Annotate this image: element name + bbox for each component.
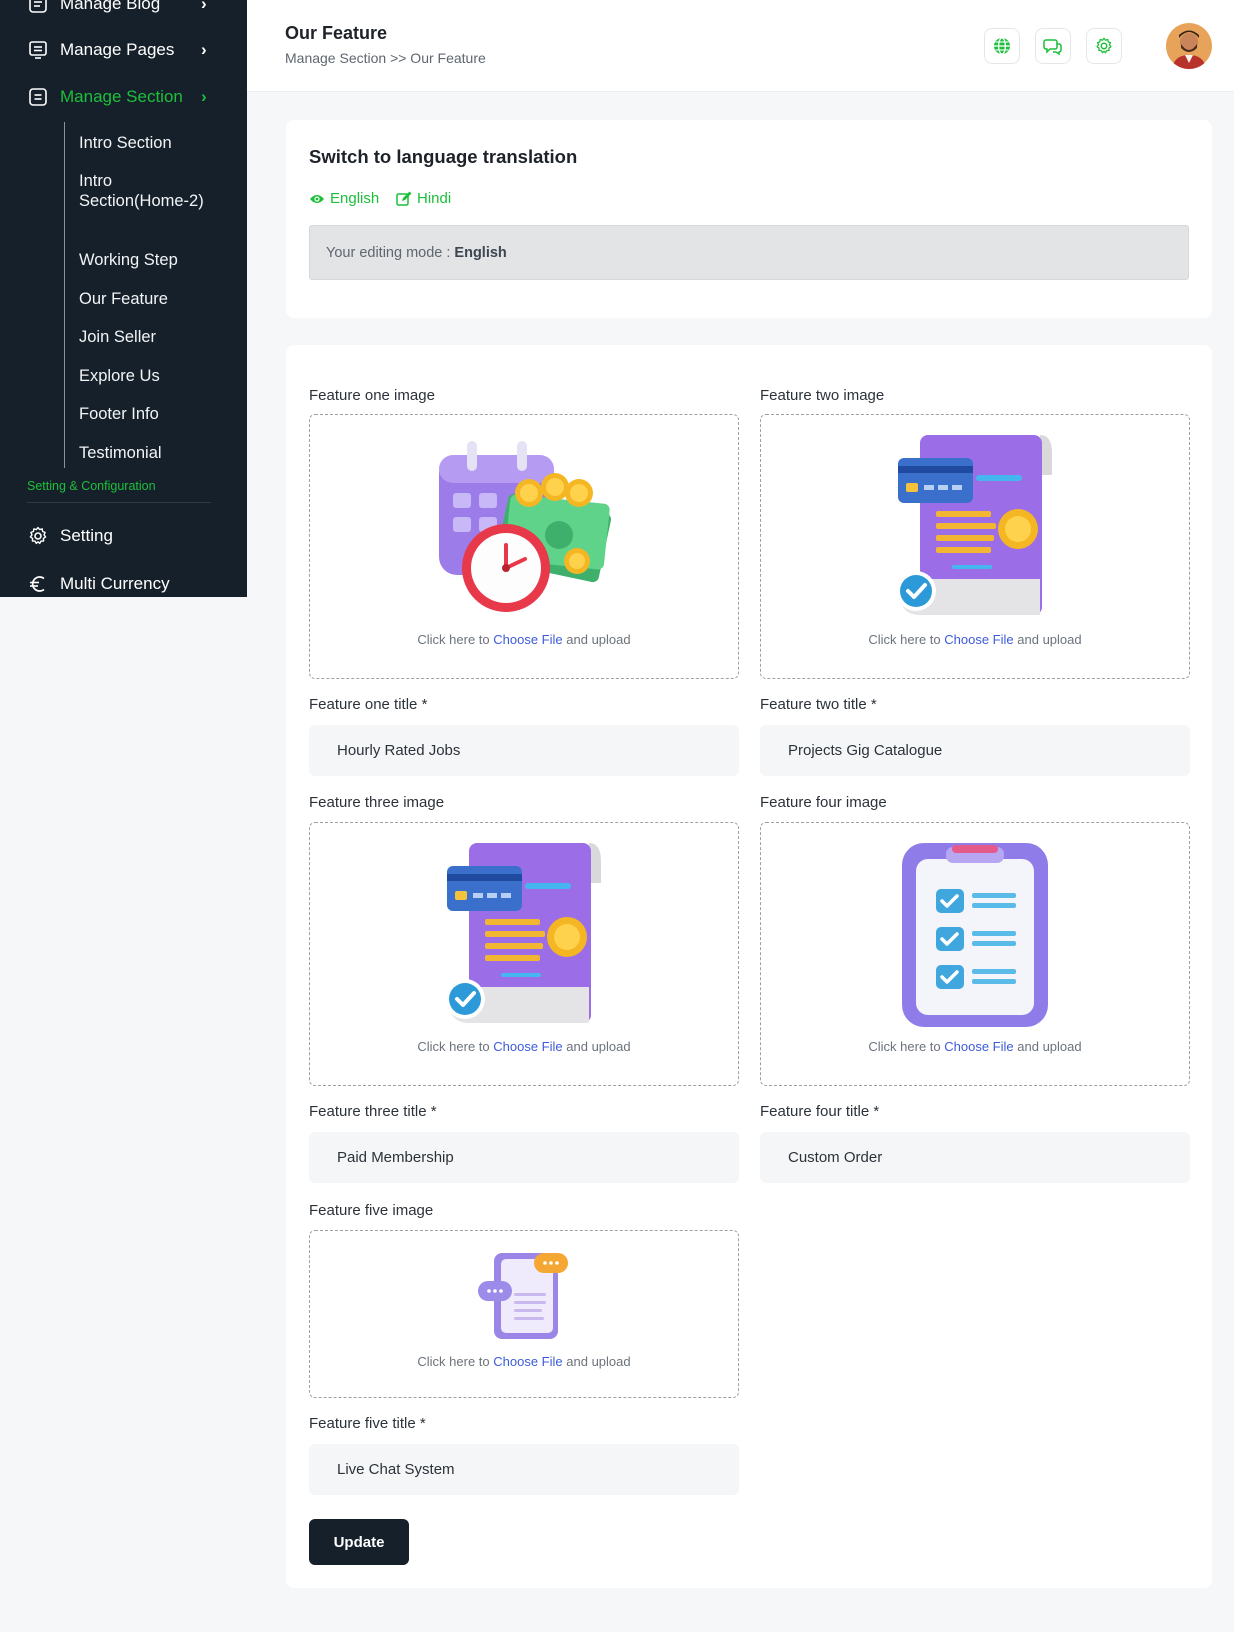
feature-four-title-input[interactable] [760, 1132, 1190, 1183]
feature-three-title-label: Feature three title * [309, 1103, 437, 1120]
blog-icon [29, 0, 47, 13]
feature-five-upload[interactable]: Click here to Choose File and upload [309, 1230, 739, 1398]
chevron-right-icon: › [201, 0, 207, 13]
eye-icon [310, 194, 324, 203]
feature-two-upload[interactable]: Click here to Choose File and upload [760, 414, 1190, 679]
settings-icon [1096, 37, 1112, 54]
feature-four-title-label: Feature four title * [760, 1103, 880, 1120]
feature-two-title-input[interactable] [760, 725, 1190, 776]
upload-hint: Click here to Choose File and upload [417, 1039, 631, 1054]
gear-icon [29, 526, 47, 545]
update-button[interactable]: Update [309, 1519, 409, 1565]
upload-hint: Click here to Choose File and upload [417, 632, 631, 647]
sidebar-item-label: Setting [60, 526, 113, 545]
section-icon [29, 88, 47, 106]
feature-two-title-label: Feature two title * [760, 696, 877, 713]
calendar-clock-money-image [439, 441, 612, 612]
feature-one-title-label: Feature one title * [309, 696, 428, 713]
globe-icon [994, 37, 1010, 55]
sidebar-item-manage-pages[interactable]: Manage Pages › [0, 30, 247, 70]
submenu-divider [64, 122, 65, 468]
submenu-item-intro-section[interactable]: Intro Section [79, 133, 209, 153]
chevron-right-icon: › [201, 40, 207, 59]
submenu-item-explore-us[interactable]: Explore Us [79, 366, 209, 386]
language-option-label: Hindi [417, 190, 452, 207]
breadcrumb: Manage Section >> Our Feature [285, 50, 486, 66]
invoice-receipt-image [896, 435, 1052, 615]
euro-icon [30, 576, 45, 592]
features-card: Feature one image Click here to Choose F… [286, 345, 1212, 1588]
sidebar-section-heading: Setting & Configuration [27, 479, 156, 493]
sidebar-divider [27, 502, 211, 503]
feature-four-image-label: Feature four image [760, 794, 887, 811]
feature-five-image-label: Feature five image [309, 1202, 434, 1219]
sidebar-item-setting[interactable]: Setting [0, 516, 247, 556]
chevron-right-icon: › [201, 87, 207, 106]
sidebar-item-label: Manage Section [60, 87, 183, 106]
language-card-title: Switch to language translation [309, 146, 578, 167]
feature-one-image-label: Feature one image [309, 387, 435, 404]
chat-document-image [478, 1253, 568, 1339]
submenu-item-join-seller[interactable]: Join Seller [79, 327, 209, 347]
feature-three-upload[interactable]: Click here to Choose File and upload [309, 822, 739, 1086]
avatar[interactable] [1166, 23, 1212, 69]
language-button[interactable] [984, 28, 1020, 64]
submenu-item-working-step[interactable]: Working Step [79, 250, 209, 270]
upload-hint: Click here to Choose File and upload [868, 1039, 1082, 1054]
sidebar-item-label: Manage Blog [60, 0, 161, 13]
sidebar: Manage Blog › Manage Pages › Manage Sect… [0, 0, 247, 597]
feature-one-title-input[interactable] [309, 725, 739, 776]
sidebar-item-label: Multi Currency [60, 574, 170, 593]
submenu-item-our-feature[interactable]: Our Feature [79, 289, 209, 309]
editing-mode-prefix: Your editing mode : [326, 244, 451, 261]
chat-button[interactable] [1035, 28, 1071, 64]
feature-one-upload[interactable]: Click here to Choose File and upload [309, 414, 739, 679]
chat-icon [1043, 39, 1062, 56]
invoice-receipt-image [445, 843, 601, 1023]
submenu-item-testimonial[interactable]: Testimonial [79, 443, 209, 463]
feature-five-title-input[interactable] [309, 1444, 739, 1495]
edit-icon [396, 191, 412, 206]
editing-mode-banner: Your editing mode : English [309, 225, 1189, 280]
top-header: Our Feature Manage Section >> Our Featur… [247, 0, 1234, 92]
language-option-english[interactable]: English [309, 190, 379, 207]
sidebar-item-label: Manage Pages [60, 40, 175, 59]
settings-button[interactable] [1086, 28, 1122, 64]
language-card: Switch to language translation English H… [286, 120, 1212, 318]
language-option-hindi[interactable]: Hindi [396, 190, 451, 207]
checklist-clipboard-image [902, 843, 1048, 1027]
language-option-label: English [330, 190, 380, 207]
submenu-item-footer-info[interactable]: Footer Info [79, 404, 209, 424]
feature-three-title-input[interactable] [309, 1132, 739, 1183]
page-title: Our Feature [285, 23, 388, 43]
feature-three-image-label: Feature three image [309, 794, 445, 811]
sidebar-item-manage-blog[interactable]: Manage Blog › [0, 0, 247, 24]
editing-mode-value: English [454, 244, 507, 261]
feature-five-title-label: Feature five title * [309, 1415, 426, 1432]
upload-hint: Click here to Choose File and upload [868, 632, 1082, 647]
feature-four-upload[interactable]: Click here to Choose File and upload [760, 822, 1190, 1086]
sidebar-item-multi-currency[interactable]: Multi Currency [0, 564, 247, 604]
feature-two-image-label: Feature two image [760, 387, 885, 404]
pages-icon [29, 41, 47, 59]
upload-hint: Click here to Choose File and upload [417, 1354, 631, 1369]
sidebar-item-manage-section[interactable]: Manage Section › [0, 77, 247, 117]
submenu-item-intro-section-home-2[interactable]: Intro Section(Home-2) [79, 171, 209, 211]
